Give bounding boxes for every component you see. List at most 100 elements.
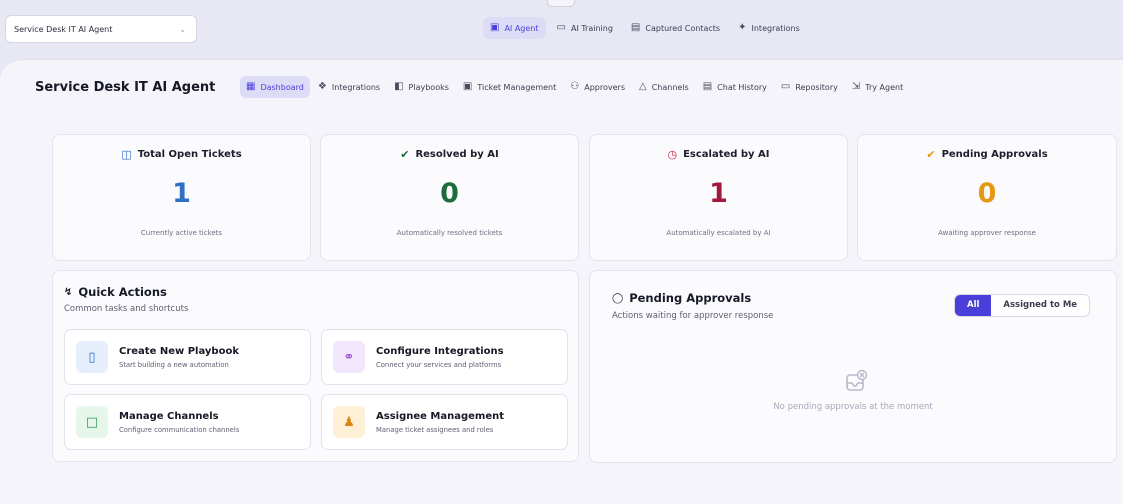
- ai-agent-icon: ▣: [490, 22, 500, 33]
- pending-approvals-heading: ◯ Pending Approvals: [612, 291, 751, 305]
- tab-ticket-management[interactable]: ▣ Ticket Management: [457, 76, 562, 98]
- tab-label: Chat History: [717, 82, 767, 92]
- pending-approvals-card: ◯ Pending Approvals Actions waiting for …: [589, 270, 1117, 463]
- puzzle-icon: ❖: [317, 81, 327, 92]
- stat-title: Resolved by AI: [415, 149, 499, 160]
- tab-integrations[interactable]: ❖ Integrations: [312, 76, 386, 98]
- agent-select[interactable]: Service Desk IT AI Agent ⌄: [5, 15, 197, 43]
- repository-icon: ▭: [780, 81, 791, 92]
- quick-actions-card: ↯ Quick Actions Common tasks and shortcu…: [52, 270, 579, 462]
- action-create-playbook[interactable]: ▯ Create New Playbook Start building a n…: [64, 329, 311, 385]
- action-manage-channels[interactable]: □ Manage Channels Configure communicatio…: [64, 394, 311, 450]
- quick-actions-heading: ↯ Quick Actions: [64, 285, 167, 299]
- stat-subtitle: Automatically resolved tickets: [396, 229, 503, 237]
- pending-approvals-subtitle: Actions waiting for approver response: [612, 311, 774, 321]
- sub-nav: ▦ Dashboard ❖ Integrations ◧ Playbooks ▣…: [240, 76, 909, 98]
- tab-label: Channels: [651, 82, 689, 92]
- ticket-icon: ▣: [462, 81, 473, 92]
- stat-subtitle: Automatically escalated by AI: [666, 229, 771, 237]
- approvers-icon: ⚇: [570, 81, 580, 92]
- try-icon: ⇲: [851, 81, 861, 92]
- filter-assigned-button[interactable]: Assigned to Me: [991, 295, 1089, 316]
- link-icon: ⚭: [333, 341, 365, 373]
- top-tab-label: AI Agent: [504, 23, 539, 33]
- top-tab-ai-agent[interactable]: ▣ AI Agent: [483, 17, 546, 39]
- empty-state-text: No pending approvals at the moment: [773, 402, 933, 412]
- user-icon: ♟: [333, 406, 365, 438]
- shield-check-icon: ◯: [612, 292, 624, 304]
- action-title: Create New Playbook: [119, 345, 239, 357]
- tab-approvers[interactable]: ⚇ Approvers: [564, 76, 631, 98]
- top-tab-captured-contacts[interactable]: ▤ Captured Contacts: [624, 17, 727, 39]
- stat-title: Escalated by AI: [683, 149, 770, 160]
- action-title: Assignee Management: [376, 410, 505, 422]
- check-circle-icon: ✔: [400, 148, 410, 161]
- empty-inbox-icon: [846, 369, 868, 391]
- tab-label: Integrations: [331, 82, 381, 92]
- tab-label: Dashboard: [260, 82, 304, 92]
- stat-value: 1: [709, 178, 728, 209]
- clock-icon: ◷: [667, 148, 678, 161]
- training-icon: ▭: [556, 22, 566, 33]
- chat-icon: ▤: [702, 81, 713, 92]
- tab-repository[interactable]: ▭ Repository: [775, 76, 844, 98]
- stat-card-escalated: ◷ Escalated by AI 1 Automatically escala…: [589, 134, 848, 261]
- quick-actions-subtitle: Common tasks and shortcuts: [64, 304, 189, 314]
- stat-value: 1: [172, 178, 191, 209]
- tab-channels[interactable]: △ Channels: [633, 76, 695, 98]
- action-title: Configure Integrations: [376, 345, 504, 357]
- book-icon: ◫: [121, 148, 132, 161]
- stat-subtitle: Currently active tickets: [140, 229, 223, 237]
- top-tab-ai-training[interactable]: ▭ AI Training: [550, 17, 620, 39]
- bolt-icon: ↯: [64, 286, 73, 298]
- stat-card-open-tickets: ◫ Total Open Tickets 1 Currently active …: [52, 134, 311, 261]
- tab-label: Repository: [795, 82, 838, 92]
- grid-icon: ▦: [246, 81, 256, 92]
- top-tab-label: Captured Contacts: [645, 23, 721, 33]
- message-icon: □: [76, 406, 108, 438]
- tab-label: Try Agent: [865, 82, 904, 92]
- stat-title: Total Open Tickets: [137, 149, 242, 160]
- approvals-filter: All Assigned to Me: [954, 294, 1091, 317]
- page-title: Service Desk IT AI Agent: [35, 80, 216, 95]
- action-configure-integrations[interactable]: ⚭ Configure Integrations Connect your se…: [321, 329, 568, 385]
- contacts-icon: ▤: [630, 22, 641, 33]
- check-circle-icon: ✔: [926, 148, 936, 161]
- top-tab-integrations[interactable]: ✦ Integrations: [731, 17, 807, 39]
- playbook-icon: ◧: [394, 81, 404, 92]
- tab-dashboard[interactable]: ▦ Dashboard: [240, 76, 310, 98]
- action-subtitle: Configure communication channels: [119, 425, 240, 434]
- window-notch[interactable]: ^: [547, 0, 575, 7]
- stat-heading: ✔ Resolved by AI: [321, 148, 578, 161]
- tab-label: Ticket Management: [477, 82, 557, 92]
- stat-value: 0: [977, 178, 997, 209]
- agent-select-value: Service Desk IT AI Agent: [14, 24, 113, 34]
- stat-title: Pending Approvals: [941, 149, 1048, 160]
- stat-subtitle: Awaiting approver response: [938, 229, 1036, 237]
- filter-all-button[interactable]: All: [955, 295, 992, 316]
- action-title: Manage Channels: [119, 410, 219, 422]
- stat-heading: ✔ Pending Approvals: [858, 148, 1116, 161]
- integrations-icon: ✦: [738, 22, 747, 33]
- tab-chat-history[interactable]: ▤ Chat History: [697, 76, 773, 98]
- action-assignee-management[interactable]: ♟ Assignee Management Manage ticket assi…: [321, 394, 568, 450]
- pending-approvals-title: Pending Approvals: [629, 291, 752, 305]
- new-playbook-icon: ▯: [76, 341, 108, 373]
- action-subtitle: Manage ticket assignees and roles: [376, 425, 494, 434]
- quick-actions-title: Quick Actions: [78, 285, 167, 299]
- stat-heading: ◫ Total Open Tickets: [53, 148, 310, 161]
- tab-try-agent[interactable]: ⇲ Try Agent: [846, 76, 909, 98]
- stat-card-pending: ✔ Pending Approvals 0 Awaiting approver …: [857, 134, 1117, 261]
- chevron-down-icon: ⌄: [179, 24, 186, 34]
- stat-heading: ◷ Escalated by AI: [590, 148, 847, 161]
- stat-card-resolved: ✔ Resolved by AI 0 Automatically resolve…: [320, 134, 579, 261]
- stat-value: 0: [440, 178, 459, 209]
- tab-label: Approvers: [584, 82, 625, 92]
- top-tab-label: AI Training: [570, 23, 613, 33]
- top-nav: ▣ AI Agent ▭ AI Training ▤ Captured Cont…: [483, 17, 807, 39]
- top-tab-label: Integrations: [751, 23, 800, 33]
- tab-playbooks[interactable]: ◧ Playbooks: [388, 76, 455, 98]
- action-subtitle: Connect your services and platforms: [376, 360, 502, 369]
- tab-label: Playbooks: [408, 82, 449, 92]
- channels-icon: △: [638, 81, 647, 92]
